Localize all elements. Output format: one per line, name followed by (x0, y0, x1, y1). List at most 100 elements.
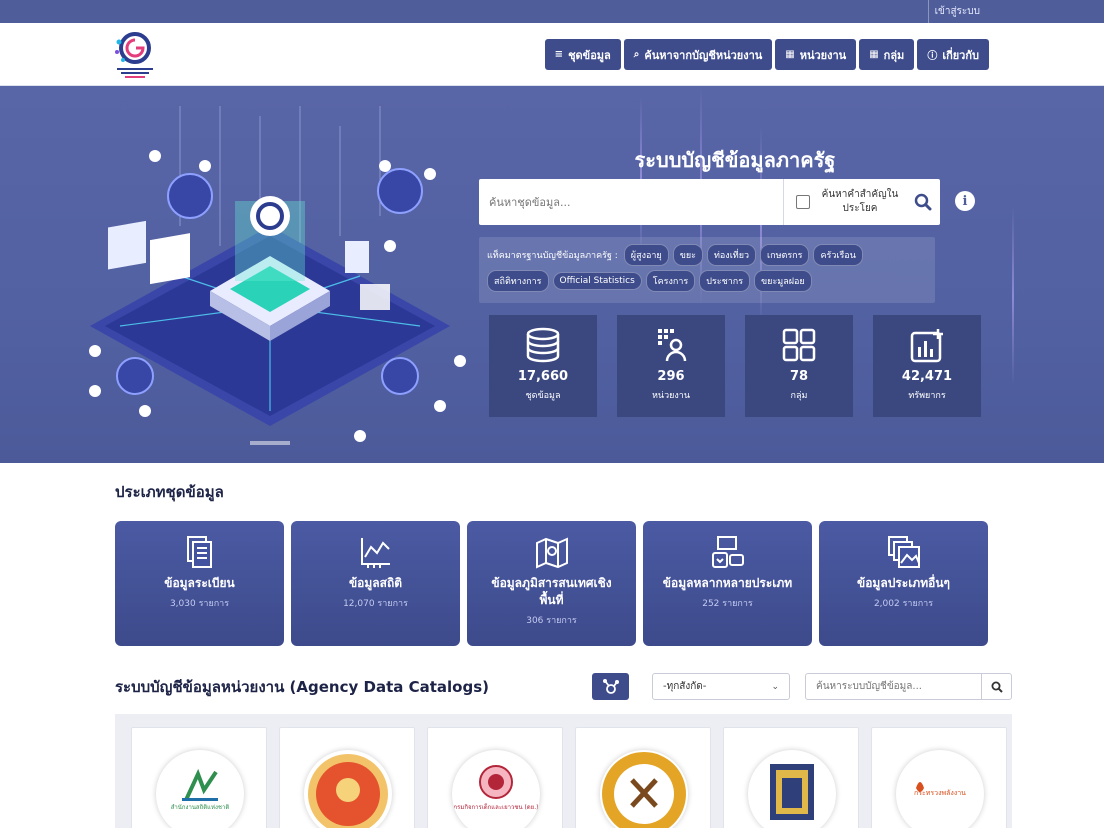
chevron-down-icon: ⌄ (771, 681, 779, 692)
agency-search-input[interactable] (806, 674, 981, 699)
tag-chip[interactable]: สถิติทางการ (487, 270, 549, 292)
dataset-search-input[interactable] (479, 179, 783, 225)
nav-label: ชุดข้อมูล (568, 48, 611, 62)
nav-label: กลุ่ม (883, 48, 905, 62)
nav-agencies-button[interactable]: ▦ หน่วยงาน (775, 39, 857, 70)
tag-chip[interactable]: ผู้สูงอายุ (623, 244, 669, 266)
standard-tags-box: แท็คมาตรฐานบัญชีข้อมูลภาครัฐ : ผู้สูงอาย… (479, 237, 935, 303)
search-icon[interactable] (910, 193, 936, 211)
category-card-multimedia[interactable]: ข้อมูลหลากหลายประเภท 252 รายการ (643, 521, 812, 646)
stat-value: 42,471 (901, 369, 953, 384)
agency-logo (748, 750, 836, 828)
agency-logo-text: กรมกิจการเด็กและเยาวชน (ดย.) (453, 804, 539, 811)
stat-label: ทรัพยากร (908, 391, 946, 401)
main-nav: ≡ ชุดข้อมูล ⌕ ค้นหาจากบัญชีหน่วยงาน ▦ หน่วย… (544, 39, 989, 70)
tag-chip[interactable]: ประชากร (699, 270, 751, 292)
decor-line (1012, 206, 1014, 386)
nav-label: หน่วยงาน (799, 48, 847, 62)
keyword-checkbox[interactable] (796, 195, 810, 209)
hero-title: ระบบบัญชีข้อมูลภาครัฐ (634, 148, 836, 172)
category-count: 252 รายการ (702, 599, 753, 609)
stat-label: หน่วยงาน (651, 391, 690, 401)
tag-chip[interactable]: ขยะ (672, 244, 703, 266)
categories-title: ประเภทชุดข้อมูล (115, 483, 224, 501)
agency-catalog-list: สำนักงานสถิติแห่งชาติ กรมกิจการเด็กและเย… (115, 714, 1012, 828)
stats-chart-icon (360, 538, 390, 568)
agency-card[interactable] (723, 727, 859, 828)
affiliation-select[interactable]: -ทุกสังกัด- ⌄ (652, 673, 790, 700)
nav-agency-search-button[interactable]: ⌕ ค้นหาจากบัญชีหน่วยงาน (623, 39, 773, 70)
hero-illustration (89, 106, 466, 445)
keyword-in-sentence-option: ค้นหาคำสำคัญใน ประโยค (783, 179, 940, 225)
site-header: ≡ ชุดข้อมูล ⌕ ค้นหาจากบัญชีหน่วยงาน ▦ หน่วย… (0, 23, 1104, 86)
network-graph-icon (602, 678, 619, 694)
nav-groups-button[interactable]: ▦ กลุ่ม (859, 39, 915, 70)
category-name: ข้อมูลประเภทอื่นๆ (857, 576, 950, 590)
stat-label: กลุ่ม (790, 391, 808, 401)
search-icon: ⌕ (633, 49, 640, 60)
agency-card[interactable] (575, 727, 711, 828)
database-icon: ≡ (554, 49, 564, 60)
search-icon[interactable] (981, 674, 1011, 699)
tag-chip[interactable]: เกษตรกร (760, 244, 810, 266)
tag-chip[interactable]: โครงการ (645, 270, 696, 292)
category-card-statistics[interactable]: ข้อมูลสถิติ 12,070 รายการ (291, 521, 460, 646)
gdc-logo[interactable] (113, 30, 157, 80)
stat-agencies[interactable]: 296 หน่วยงาน (617, 315, 725, 417)
category-count: 3,030 รายการ (169, 599, 230, 609)
agency-card[interactable] (279, 727, 415, 828)
tag-chip[interactable]: ขยะมูลฝอย (754, 270, 812, 292)
building-icon: ▦ (785, 49, 795, 60)
agency-card[interactable]: สำนักงานสถิติแห่งชาติ (131, 727, 267, 828)
document-icon (186, 536, 212, 568)
category-card-geospatial[interactable]: ข้อมูลภูมิสารสนเทศเชิงพื้นที่ 306 รายการ (467, 521, 636, 646)
agency-logo: สำนักงานสถิติแห่งชาติ (156, 750, 244, 828)
category-name: ข้อมูลสถิติ (348, 576, 403, 590)
search-help-icon[interactable]: i (955, 191, 975, 211)
agency-logo (304, 750, 392, 828)
nav-datasets-button[interactable]: ≡ ชุดข้อมูล (544, 39, 621, 70)
grid-icon: ▦ (869, 49, 879, 60)
tag-chip[interactable]: ครัวเรือน (813, 244, 863, 266)
stats-row: 17,660 ชุดข้อมูล 296 หน่วยงาน 78 กลุ่ม 4… (489, 315, 981, 417)
agency-logo: กรมกิจการเด็กและเยาวชน (ดย.) (452, 750, 540, 828)
decor-line (640, 96, 642, 256)
stat-value: 17,660 (517, 369, 569, 384)
map-icon (535, 537, 568, 569)
dataset-search-bar: ค้นหาคำสำคัญใน ประโยค (479, 179, 940, 225)
category-card-record[interactable]: ข้อมูลระเบียน 3,030 รายการ (115, 521, 284, 646)
category-count: 2,002 รายการ (873, 599, 934, 609)
agency-card[interactable]: กรมกิจการเด็กและเยาวชน (ดย.) (427, 727, 563, 828)
stat-resources[interactable]: 42,471 ทรัพยากร (873, 315, 981, 417)
stat-label: ชุดข้อมูล (525, 391, 561, 401)
category-cards: ข้อมูลระเบียน 3,030 รายการ ข้อมูลสถิติ 1… (115, 521, 988, 646)
category-name: ข้อมูลหลากหลายประเภท (662, 576, 793, 590)
other-files-icon (887, 536, 920, 568)
category-card-other[interactable]: ข้อมูลประเภทอื่นๆ 2,002 รายการ (819, 521, 988, 646)
hero-banner: ระบบบัญชีข้อมูลภาครัฐ ค้นหาคำสำคัญใน ประ… (0, 86, 1104, 463)
multimedia-icon (711, 536, 744, 568)
stat-value: 78 (789, 369, 809, 384)
category-name: ข้อมูลระเบียน (164, 576, 235, 590)
tag-chip[interactable]: ท่องเที่ยว (706, 244, 757, 266)
category-count: 306 รายการ (526, 616, 577, 626)
nav-about-button[interactable]: ⓘ เกี่ยวกับ (917, 39, 989, 70)
tags-label: แท็คมาตรฐานบัญชีข้อมูลภาครัฐ : (487, 251, 618, 261)
agency-logo: กระทรวงพลังงาน (896, 750, 984, 828)
agency-card[interactable]: กระทรวงพลังงาน (871, 727, 1007, 828)
agency-search (805, 673, 1012, 700)
agency-logo (600, 750, 688, 828)
database-icon (526, 327, 560, 363)
stat-value: 296 (657, 369, 685, 384)
agency-logo-text: กระทรวงพลังงาน (914, 789, 966, 797)
graph-view-button[interactable] (592, 673, 629, 700)
group-icon (782, 328, 816, 362)
select-value: -ทุกสังกัด- (663, 681, 707, 692)
login-link[interactable]: เข้าสู่ระบบ (927, 0, 986, 23)
nav-label: ค้นหาจากบัญชีหน่วยงาน (644, 48, 763, 62)
tag-chip[interactable]: Official Statistics (552, 272, 642, 290)
category-count: 12,070 รายการ (343, 599, 408, 609)
stat-groups[interactable]: 78 กลุ่ม (745, 315, 853, 417)
category-name: ข้อมูลภูมิสารสนเทศเชิงพื้นที่ (491, 576, 612, 607)
stat-datasets[interactable]: 17,660 ชุดข้อมูล (489, 315, 597, 417)
